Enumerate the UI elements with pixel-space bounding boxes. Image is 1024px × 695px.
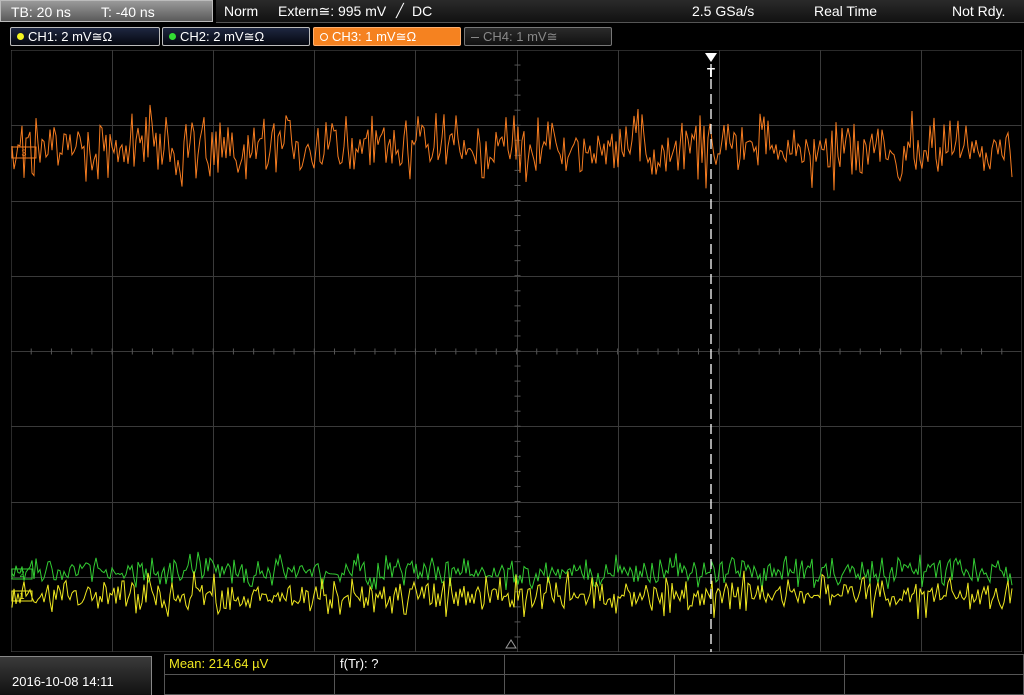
top-bar: TB: 20 ns T: -40 ns Norm Extern≅: 995 mV… xyxy=(0,0,1024,24)
channel-3-dot-icon xyxy=(320,32,328,41)
waveform-display[interactable]: T 3 2 1 xyxy=(11,50,1022,652)
channel-bar: CH1: 2 mV≅Ω CH2: 2 mV≅Ω CH3: 1 mV≅Ω CH4:… xyxy=(0,25,1024,49)
channel-1-button[interactable]: CH1: 2 mV≅Ω xyxy=(10,27,160,46)
timebase-label: TB: 20 ns xyxy=(11,4,71,20)
channel-4-off-icon xyxy=(471,37,479,39)
sample-rate: 2.5 GSa/s xyxy=(692,3,755,19)
channel-2-button[interactable]: CH2: 2 mV≅Ω xyxy=(162,27,310,46)
channel-4-button[interactable]: CH4: 1 mV≅ xyxy=(464,27,612,46)
measurement-grid xyxy=(164,654,1024,695)
channel-1-dot-icon xyxy=(17,33,24,41)
trigger-marker-label: T xyxy=(707,65,715,80)
waveform-svg[interactable]: T 3 2 1 xyxy=(11,50,1022,652)
bottom-bar: 2016-10-08 14:11 Mean: 214.64 µV f(Tr): … xyxy=(0,654,1024,695)
channel-3-button[interactable]: CH3: 1 mV≅Ω xyxy=(313,27,461,46)
channel-1-marker-label: 1 xyxy=(19,591,24,601)
channel-3-marker-label: 3 xyxy=(21,148,26,158)
trigger-status: Not Rdy. xyxy=(952,3,1006,19)
channel-3-label: CH3: 1 mV≅Ω xyxy=(332,29,417,44)
timebase-box[interactable]: TB: 20 ns T: -40 ns xyxy=(0,0,213,22)
channel-2-label: CH2: 2 mV≅Ω xyxy=(180,29,265,44)
acquisition-info-bar[interactable]: Norm Extern≅: 995 mV ╱ DC 2.5 GSa/s Real… xyxy=(216,0,1024,23)
trigger-source: Extern≅: 995 mV xyxy=(278,3,387,19)
channel-2-dot-icon xyxy=(169,33,176,41)
datetime-box[interactable]: 2016-10-08 14:11 xyxy=(0,656,152,695)
channel-2-marker-label: 2 xyxy=(19,569,24,579)
measurement-panel[interactable]: Mean: 214.64 µV f(Tr): ? xyxy=(164,654,1024,695)
channel-1-label: CH1: 2 mV≅Ω xyxy=(28,29,113,44)
acq-mode: Norm xyxy=(224,3,259,19)
datetime-label: 2016-10-08 14:11 xyxy=(12,674,114,689)
measurement-ftr: f(Tr): ? xyxy=(340,656,379,671)
trigger-coupling: DC xyxy=(412,3,433,19)
acq-realtime: Real Time xyxy=(814,3,878,19)
measurement-mean: Mean: 214.64 µV xyxy=(169,656,269,671)
trigger-slope-icon: ╱ xyxy=(396,3,404,18)
channel-4-label: CH4: 1 mV≅ xyxy=(483,29,558,44)
trigger-offset-label: T: -40 ns xyxy=(101,4,155,20)
